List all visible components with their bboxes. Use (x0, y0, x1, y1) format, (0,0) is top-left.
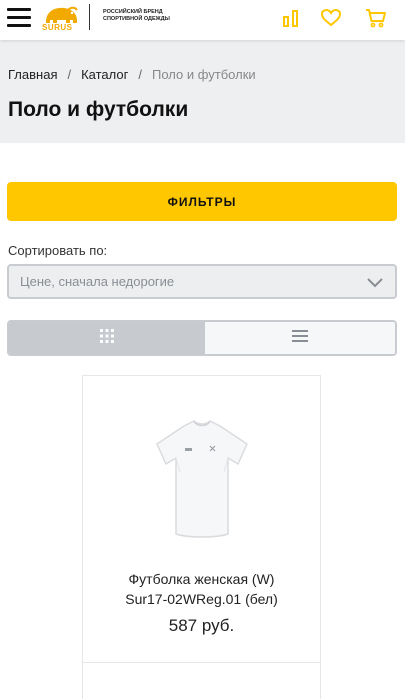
page-title: Поло и футболки (8, 98, 189, 121)
grid-view-button[interactable] (9, 322, 205, 354)
grid-icon (99, 328, 115, 349)
product-name-line-2: Sur17-02WReg.01 (бел) (125, 591, 278, 607)
page-header-area: Главная / Каталог / Поло и футболки Поло и ф… (0, 40, 405, 143)
logo-divider (89, 4, 90, 30)
breadcrumb-separator: / (138, 67, 142, 82)
sort-select[interactable]: Цене, сначала недорогие (7, 264, 397, 299)
list-view-button[interactable] (205, 322, 395, 354)
breadcrumb-separator: / (67, 67, 72, 82)
product-image[interactable] (150, 406, 254, 546)
breadcrumb-home[interactable]: Главная (8, 67, 57, 82)
heart-icon[interactable] (320, 7, 342, 29)
card-divider (83, 662, 320, 663)
tagline-line-2: спортивной одежды (103, 16, 170, 22)
sort-label: Сортировать по: (8, 243, 108, 258)
logo-wordmark: SURUS (42, 23, 73, 32)
product-card[interactable]: Футболка женская (W) Sur17-02WReg.01 (бе… (82, 375, 321, 699)
cart-icon[interactable] (365, 7, 387, 29)
site-header: SURUS Российский бренд спортивной одежды (0, 0, 405, 40)
filters-button[interactable]: ФИЛЬТРЫ (7, 182, 397, 221)
sort-selected-value: Цене, сначала недорогие (20, 274, 175, 289)
breadcrumb: Главная / Каталог / Поло и футболки (8, 67, 256, 82)
tagline-line-1: Российский бренд (103, 9, 163, 15)
product-price: 587 руб. (168, 616, 235, 635)
compare-icon[interactable] (280, 7, 302, 29)
product-name[interactable]: Футболка женская (W) Sur17-02WReg.01 (бе… (93, 569, 310, 609)
breadcrumb-catalog[interactable]: Каталог (81, 67, 128, 82)
breadcrumb-current: Поло и футболки (152, 67, 256, 82)
product-name-line-1: Футболка женская (W) (128, 571, 275, 587)
menu-icon[interactable] (7, 8, 31, 28)
brand-tagline: Российский бренд спортивной одежды (103, 9, 183, 23)
list-icon (292, 329, 308, 348)
chevron-down-icon (367, 275, 383, 289)
view-toggle (7, 320, 397, 356)
